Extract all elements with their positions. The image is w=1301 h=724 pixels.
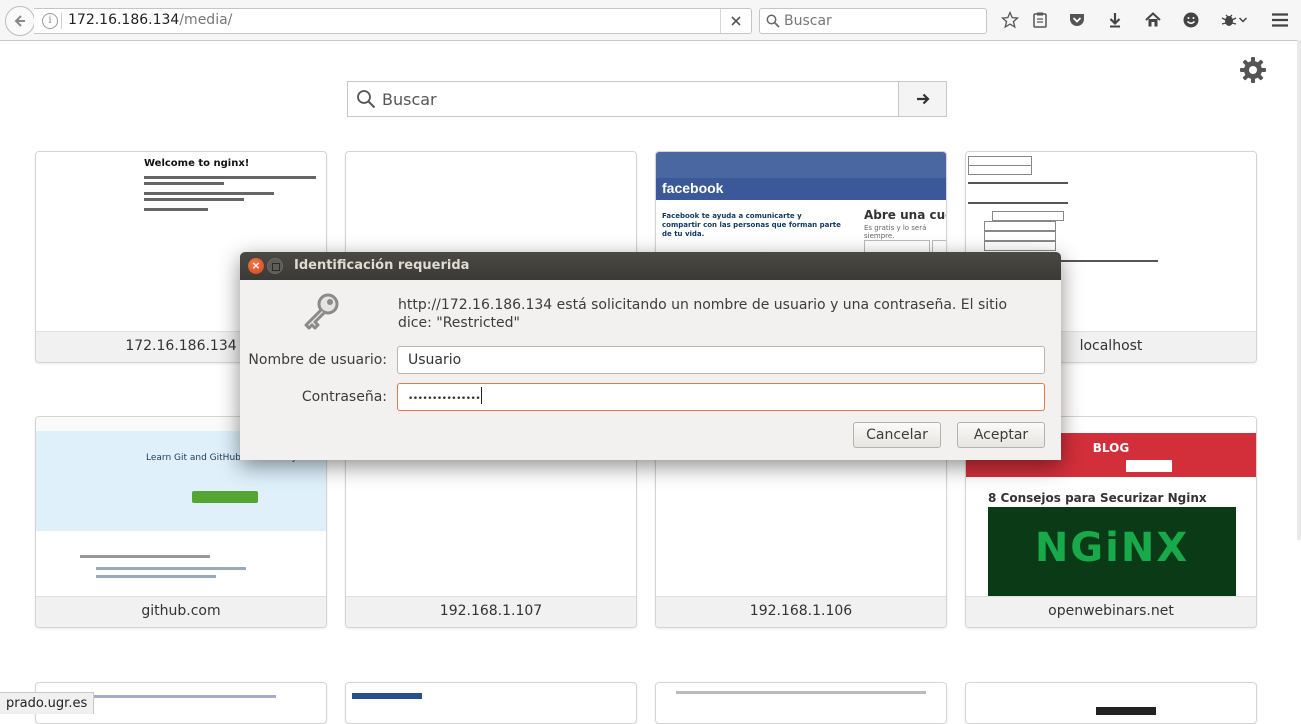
thumbnail-text-line bbox=[968, 182, 1068, 184]
text-caret bbox=[481, 387, 483, 404]
chevron-down-icon bbox=[1238, 17, 1248, 23]
hello-button[interactable] bbox=[1180, 9, 1202, 31]
thumbnail-text-line bbox=[96, 567, 246, 570]
nginx-logo: NGiNX bbox=[1034, 525, 1190, 571]
thumbnail-logo bbox=[352, 693, 422, 699]
reader-list-button[interactable] bbox=[1029, 9, 1051, 31]
arrow-left-icon bbox=[14, 15, 25, 27]
thumbnail-input bbox=[992, 211, 1064, 221]
tile-label: github.com bbox=[36, 596, 326, 627]
thumbnail-text-line bbox=[80, 555, 210, 558]
tile-label: 192.168.1.106 bbox=[656, 596, 946, 627]
site-info-icon[interactable]: i bbox=[42, 13, 58, 29]
search-icon bbox=[766, 14, 780, 28]
dialog-title: Identificación requerida bbox=[294, 258, 470, 273]
auth-dialog: × Identificación requerida http://172.16… bbox=[240, 252, 1061, 460]
star-icon bbox=[1001, 11, 1019, 29]
thumbnail-text-line bbox=[144, 176, 316, 179]
url-host: 172.16.186.134 bbox=[68, 12, 180, 28]
url-bar[interactable]: i 172.16.186.134/media/ bbox=[34, 8, 752, 34]
minimize-icon[interactable] bbox=[267, 258, 283, 274]
browser-toolbar: i 172.16.186.134/media/ Buscar bbox=[0, 0, 1301, 41]
downloads-button[interactable] bbox=[1104, 9, 1126, 31]
thumbnail-button bbox=[192, 491, 258, 503]
top-site-tile[interactable] bbox=[345, 682, 637, 724]
pocket-button[interactable] bbox=[1066, 9, 1088, 31]
home-button[interactable] bbox=[1142, 9, 1164, 31]
thumbnail-input bbox=[984, 241, 1056, 251]
thumbnail-heading: Welcome to nginx! bbox=[144, 158, 250, 169]
key-icon bbox=[304, 293, 339, 330]
toolbar-search-input[interactable]: Buscar bbox=[759, 8, 987, 34]
thumbnail-article-title: 8 Consejos para Securizar Nginx bbox=[988, 491, 1207, 505]
password-value: ••••••••••••••• bbox=[408, 394, 481, 404]
thumbnail-tagline: Facebook te ayuda a comunicarte y compar… bbox=[662, 212, 841, 238]
url-path: /media/ bbox=[179, 12, 233, 28]
cancel-button[interactable]: Cancelar bbox=[853, 422, 941, 448]
close-icon bbox=[731, 16, 741, 26]
password-field[interactable]: ••••••••••••••• bbox=[397, 383, 1045, 411]
tile-label: openwebinars.net bbox=[966, 596, 1256, 627]
newtab-search-input[interactable]: Buscar bbox=[347, 81, 947, 117]
thumbnail-image bbox=[1096, 707, 1156, 715]
password-label: Contraseña: bbox=[301, 389, 387, 405]
thumbnail-input bbox=[984, 221, 1056, 231]
arrow-right-icon bbox=[916, 93, 930, 105]
url-text[interactable]: 172.16.186.134/media/ bbox=[68, 12, 232, 28]
search-icon bbox=[357, 90, 376, 109]
page-scrollbar[interactable] bbox=[1297, 40, 1301, 540]
clipboard-icon bbox=[1033, 12, 1047, 28]
top-site-tile[interactable] bbox=[655, 682, 947, 724]
status-bar-url: prado.ugr.es bbox=[0, 692, 95, 714]
username-value: Usuario bbox=[408, 352, 462, 368]
thumbnail-text-line bbox=[144, 192, 274, 195]
username-label: Nombre de usuario: bbox=[248, 352, 387, 368]
url-separator bbox=[61, 13, 62, 29]
thumbnail-banner bbox=[656, 152, 946, 178]
thumbnail-table-cell bbox=[968, 165, 1032, 175]
accept-button[interactable]: Aceptar bbox=[957, 422, 1045, 448]
thumbnail-text-line bbox=[76, 695, 276, 698]
hamburger-menu-icon bbox=[1272, 13, 1288, 27]
thumbnail-input bbox=[1126, 460, 1172, 472]
thumbnail-text-line bbox=[144, 198, 244, 201]
thumbnail-text-line bbox=[144, 208, 208, 211]
bookmark-star-button[interactable] bbox=[999, 9, 1021, 31]
dialog-message: http://172.16.186.134 está solicitando u… bbox=[398, 297, 1008, 331]
stop-loading-button[interactable] bbox=[720, 9, 751, 33]
thumbnail-text-line bbox=[144, 182, 224, 185]
thumbnail-subtext: Es gratis y lo será siempre. bbox=[864, 224, 927, 240]
dialog-titlebar[interactable]: × Identificación requerida bbox=[240, 252, 1061, 280]
search-go-button[interactable] bbox=[898, 82, 946, 116]
close-icon[interactable]: × bbox=[248, 258, 264, 274]
home-icon bbox=[1145, 12, 1161, 27]
facebook-logo: facebook bbox=[662, 180, 724, 196]
download-arrow-icon bbox=[1109, 13, 1121, 28]
thumbnail-text-line bbox=[676, 691, 926, 694]
smiley-icon bbox=[1183, 12, 1199, 28]
username-field[interactable]: Usuario bbox=[397, 346, 1045, 374]
back-button[interactable] bbox=[5, 6, 35, 36]
bug-icon bbox=[1221, 14, 1237, 26]
pocket-icon bbox=[1070, 14, 1084, 26]
newtab-settings-gear-icon[interactable] bbox=[1239, 56, 1267, 84]
extension-menu-button[interactable] bbox=[1216, 9, 1252, 31]
thumbnail-text-line bbox=[96, 575, 216, 578]
toolbar-search-placeholder: Buscar bbox=[784, 13, 832, 29]
open-menu-button[interactable] bbox=[1269, 9, 1291, 31]
thumbnail-text-line bbox=[968, 202, 1068, 204]
newtab-search-placeholder: Buscar bbox=[382, 90, 437, 109]
thumbnail-input bbox=[984, 231, 1056, 241]
top-site-tile[interactable] bbox=[965, 682, 1257, 724]
thumbnail-heading: Abre una cuer bbox=[864, 208, 946, 222]
tile-label: 192.168.1.107 bbox=[346, 596, 636, 627]
